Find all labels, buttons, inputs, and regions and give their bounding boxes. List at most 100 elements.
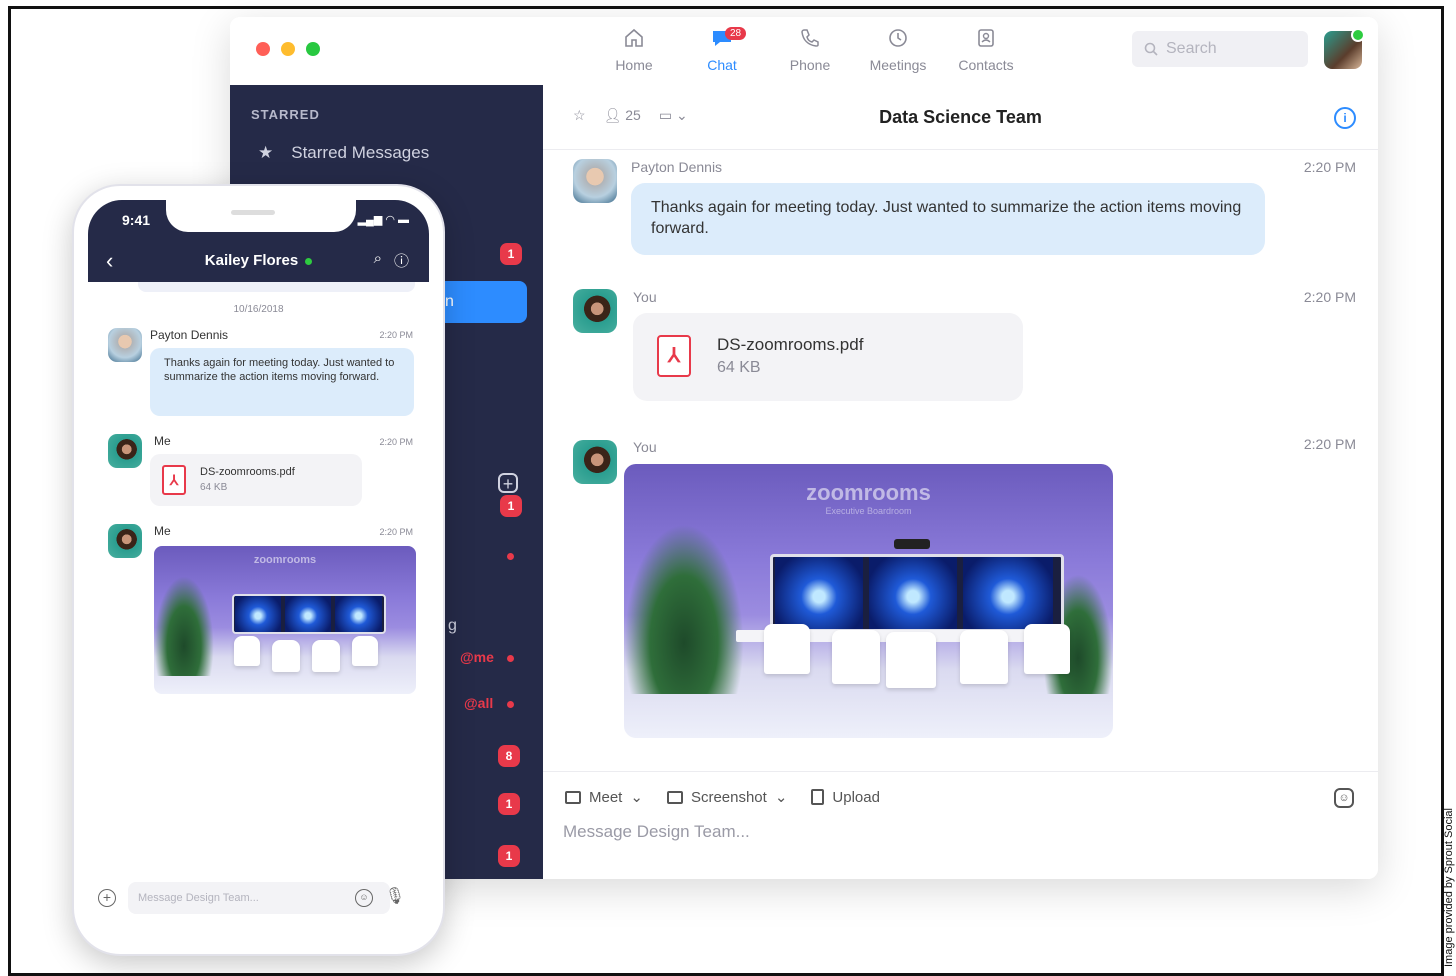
- mention-me-label: @me: [460, 649, 494, 665]
- avatar[interactable]: [573, 440, 617, 484]
- add-icon[interactable]: +: [98, 889, 116, 907]
- chair: [886, 632, 936, 688]
- display-screens: [770, 554, 1064, 632]
- plant-decor: [624, 524, 744, 694]
- phone-header: 9:41 ▂▄▆ ◠ ▬ ‹ Kailey Flores ⌕ ⓘ: [88, 200, 429, 282]
- file-name: DS-zoomrooms.pdf: [717, 335, 864, 354]
- message-sender: Me: [154, 524, 171, 538]
- file-attachment[interactable]: ⅄ DS-zoomrooms.pdf 64 KB: [633, 313, 1023, 401]
- main-nav: Home 28 Chat Phone Meetings Contacts: [590, 27, 1030, 73]
- unread-badge: 1: [500, 243, 522, 265]
- search-icon: [1144, 42, 1158, 56]
- signal-wifi-battery-icon: ▂▄▆ ◠ ▬: [357, 214, 409, 226]
- avatar[interactable]: [573, 289, 617, 333]
- nav-tab-label: Chat: [707, 57, 737, 73]
- pdf-icon: ⅄: [162, 465, 186, 495]
- plant-decor: [154, 576, 214, 676]
- status-time: 9:41: [122, 212, 151, 228]
- nav-tab-home[interactable]: Home: [590, 27, 678, 73]
- phone-header-actions: ⌕ ⓘ: [374, 250, 409, 271]
- avatar[interactable]: [108, 328, 142, 362]
- unread-badge: 1: [498, 793, 520, 815]
- date-divider: 10/16/2018: [233, 304, 284, 315]
- phone-icon: [766, 27, 854, 53]
- chair: [312, 640, 340, 672]
- speaker-grille: [231, 210, 275, 215]
- search-input[interactable]: Search: [1132, 31, 1308, 67]
- chat-unread-badge: 28: [725, 27, 747, 40]
- previous-message-edge: [138, 282, 415, 292]
- sidebar-item-label: Starred Messages: [291, 143, 430, 162]
- message-time: 2:20 PM: [379, 437, 413, 447]
- microphone-icon[interactable]: 🎙︎: [385, 886, 405, 906]
- screenshot-button[interactable]: Screenshot ⌄: [666, 788, 788, 806]
- message-composer: Meet ⌄ Screenshot ⌄ Upload Message Design …: [543, 771, 1378, 879]
- shared-image[interactable]: zoomrooms Executive Boardroom: [624, 464, 1113, 738]
- nav-tab-label: Phone: [789, 57, 831, 73]
- info-icon[interactable]: i: [1334, 107, 1356, 129]
- info-icon[interactable]: ⓘ: [394, 250, 409, 271]
- nav-tab-label: Contacts: [958, 57, 1014, 73]
- unread-badge: 1: [500, 495, 522, 517]
- maximize-window-button[interactable]: [306, 42, 320, 56]
- home-icon: [590, 27, 678, 53]
- avatar[interactable]: [108, 524, 142, 558]
- nav-tab-contacts[interactable]: Contacts: [942, 27, 1030, 73]
- shared-image[interactable]: zoomrooms: [154, 546, 416, 694]
- search-icon[interactable]: ⌕: [374, 250, 382, 271]
- search-placeholder: Search: [1166, 40, 1217, 57]
- online-status-dot: [305, 257, 313, 265]
- online-status-dot: [1351, 28, 1365, 42]
- channel-title: Data Science Team: [879, 107, 1042, 127]
- avatar[interactable]: [108, 434, 142, 468]
- add-channel-button[interactable]: +: [498, 473, 518, 493]
- sidebar-item-label: n: [445, 293, 454, 310]
- chevron-down-icon: ⌄: [774, 789, 788, 806]
- nav-tab-chat[interactable]: 28 Chat: [678, 27, 766, 73]
- file-size: 64 KB: [717, 359, 761, 376]
- nav-tab-phone[interactable]: Phone: [766, 27, 854, 73]
- upload-button[interactable]: Upload: [811, 789, 880, 806]
- nav-tab-meetings[interactable]: Meetings: [854, 27, 942, 73]
- message-bubble: Thanks again for meeting today. Just wan…: [631, 183, 1265, 255]
- close-window-button[interactable]: [256, 42, 270, 56]
- sidebar-item-starred-messages[interactable]: ★ Starred Messages: [258, 143, 429, 163]
- message-bubble: Thanks again for meeting today. Just wan…: [150, 348, 414, 416]
- sidebar-section-title: STARRED: [251, 107, 320, 122]
- message-input[interactable]: Message Design Team...: [563, 822, 750, 842]
- unread-dot: [507, 655, 514, 662]
- contact-name-label: Kailey Flores: [204, 252, 299, 269]
- image-credit: Image provided by Sprout Social: [1443, 808, 1455, 967]
- message-sender: Payton Dennis: [150, 328, 229, 342]
- file-icon: [811, 789, 825, 805]
- chair: [1024, 624, 1070, 674]
- sidebar-item-label: g: [448, 617, 457, 634]
- avatar[interactable]: [573, 159, 617, 203]
- video-icon: [565, 790, 581, 804]
- room-logo-text: zoomrooms: [253, 554, 317, 566]
- chair: [352, 636, 378, 666]
- phone-message-input[interactable]: Message Design Team...: [128, 882, 390, 914]
- chat-icon: 28: [678, 27, 766, 53]
- chair: [832, 630, 880, 684]
- file-attachment[interactable]: ⅄ DS-zoomrooms.pdf 64 KB: [150, 454, 362, 506]
- nav-tab-label: Meetings: [869, 57, 927, 73]
- room-logo-text: zoomrooms: [806, 480, 931, 505]
- message-time: 2:20 PM: [1303, 436, 1356, 452]
- message-sender: Me: [154, 434, 171, 448]
- contacts-icon: [942, 27, 1030, 53]
- chat-panel: ☆ 👤︎ 25 ▭ ⌄ Data Science Team i Payton D…: [543, 85, 1378, 879]
- emoji-icon[interactable]: ☺: [1334, 788, 1354, 808]
- phone-notch: [166, 200, 356, 232]
- clock-icon: [854, 27, 942, 53]
- message-time: 2:20 PM: [1303, 159, 1356, 175]
- display-screen: [335, 596, 382, 632]
- emoji-icon[interactable]: ☺: [355, 889, 373, 907]
- profile-avatar[interactable]: [1324, 28, 1365, 69]
- nav-tab-label: Home: [615, 57, 653, 73]
- unread-dot: [507, 553, 514, 560]
- display-screens: [232, 594, 386, 634]
- screenshot-icon: [666, 790, 683, 804]
- minimize-window-button[interactable]: [281, 42, 295, 56]
- meet-button[interactable]: Meet ⌄: [565, 788, 643, 806]
